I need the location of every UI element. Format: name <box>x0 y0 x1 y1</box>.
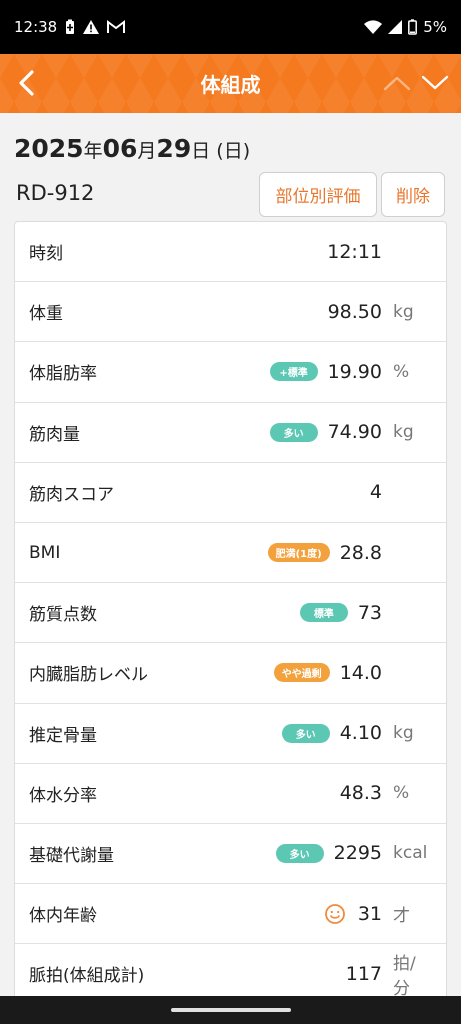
battery-percent: 5% <box>423 18 447 36</box>
row-value: 4.10 <box>339 722 382 745</box>
row-bmi: BMI 肥満(1度) 28.8 <box>15 523 446 584</box>
row-value: 2295 <box>333 842 382 865</box>
row-value: 31 <box>357 902 382 925</box>
row-body-water: 体水分率 48.3 % <box>15 764 446 824</box>
row-value: 117 <box>345 962 382 985</box>
row-muscle-score: 筋肉スコア 4 <box>15 463 446 523</box>
row-value: 28.8 <box>339 541 382 564</box>
row-value: 74.90 <box>327 421 382 444</box>
row-value: 14.0 <box>339 661 382 684</box>
status-badge: 多い <box>275 843 324 863</box>
delete-button[interactable]: 削除 <box>381 172 445 217</box>
row-label: 時刻 <box>29 244 63 265</box>
signal-icon <box>388 20 403 34</box>
gmail-icon <box>107 20 126 34</box>
row-label: 推定骨量 <box>29 725 97 746</box>
status-badge: 多い <box>281 723 330 743</box>
row-body-age: 体内年齢 31 才 <box>15 884 446 945</box>
row-label: 筋肉スコア <box>29 484 114 505</box>
row-unit: 拍/分 <box>393 953 416 999</box>
row-label: BMI <box>29 542 61 563</box>
row-label: 体水分率 <box>29 785 97 806</box>
body-part-evaluation-button[interactable]: 部位別評価 <box>259 172 377 217</box>
device-model: RD-912 <box>16 181 95 205</box>
row-value: 48.3 <box>339 782 382 805</box>
row-unit: kg <box>393 723 414 744</box>
date-day-unit: 日 <box>191 140 211 162</box>
row-value: 4 <box>369 481 382 504</box>
row-unit: kcal <box>393 843 428 864</box>
measurement-list: 時刻 12:11 体重 98.50 kg 体脂肪率 +標準 19.90 % 筋肉… <box>14 221 447 1001</box>
row-unit: 才 <box>393 906 410 927</box>
row-visceral-fat: 内臓脂肪レベル やや過剰 14.0 <box>15 643 446 704</box>
row-value: 98.50 <box>327 300 382 323</box>
status-bar: 12:38 5% <box>0 0 461 54</box>
status-badge: やや過剰 <box>273 663 330 683</box>
row-label: 脈拍(体組成計) <box>29 966 145 987</box>
smiley-face-icon <box>324 903 346 925</box>
status-badge: 標準 <box>299 603 348 623</box>
row-label: 体内年齢 <box>29 906 97 927</box>
row-muscle-mass: 筋肉量 多い 74.90 kg <box>15 403 446 463</box>
row-muscle-quality: 筋質点数 標準 73 <box>15 583 446 644</box>
row-label: 筋肉量 <box>29 424 80 445</box>
back-chevron-icon[interactable] <box>10 67 42 99</box>
date-day: 29 <box>156 134 192 163</box>
home-gesture-handle[interactable] <box>170 1008 291 1012</box>
wifi-icon <box>364 20 383 34</box>
row-label: 内臓脂肪レベル <box>29 665 148 686</box>
row-body-fat: 体脂肪率 +標準 19.90 % <box>15 342 446 403</box>
date-weekday: (日) <box>216 140 251 162</box>
status-badge: +標準 <box>269 362 318 382</box>
up-chevron-icon[interactable] <box>381 67 413 99</box>
row-bone-mass: 推定骨量 多い 4.10 kg <box>15 704 446 764</box>
status-badge: 肥満(1度) <box>267 543 330 563</box>
date-month-unit: 月 <box>137 140 157 162</box>
row-value: 73 <box>357 601 382 624</box>
row-unit: % <box>393 361 410 382</box>
row-label: 筋質点数 <box>29 605 97 626</box>
row-basal-metabolism: 基礎代謝量 多い 2295 kcal <box>15 824 446 885</box>
down-chevron-icon[interactable] <box>419 67 451 99</box>
row-time: 時刻 12:11 <box>15 222 446 283</box>
system-nav-bar <box>0 996 461 1024</box>
row-weight: 体重 98.50 kg <box>15 282 446 343</box>
row-label: 体脂肪率 <box>29 364 97 385</box>
status-badge: 多い <box>269 422 318 442</box>
row-value: 12:11 <box>327 240 382 263</box>
row-value: 19.90 <box>327 360 382 383</box>
date-month: 06 <box>102 134 138 163</box>
date-year-unit: 年 <box>83 140 103 162</box>
battery-saver-icon <box>65 19 75 35</box>
date-year: 2025 <box>14 134 84 163</box>
row-label: 体重 <box>29 304 63 325</box>
row-label: 基礎代謝量 <box>29 845 114 866</box>
row-unit: kg <box>393 301 414 322</box>
record-date: 2025年06月29日 (日) <box>14 134 250 163</box>
alert-icon <box>83 20 100 34</box>
row-pulse: 脈拍(体組成計) 117 拍/分 <box>15 944 446 1000</box>
battery-icon <box>408 19 418 35</box>
app-bar: 体組成 <box>0 54 461 113</box>
row-unit: % <box>393 783 410 804</box>
row-unit: kg <box>393 422 414 443</box>
status-time: 12:38 <box>14 18 58 36</box>
